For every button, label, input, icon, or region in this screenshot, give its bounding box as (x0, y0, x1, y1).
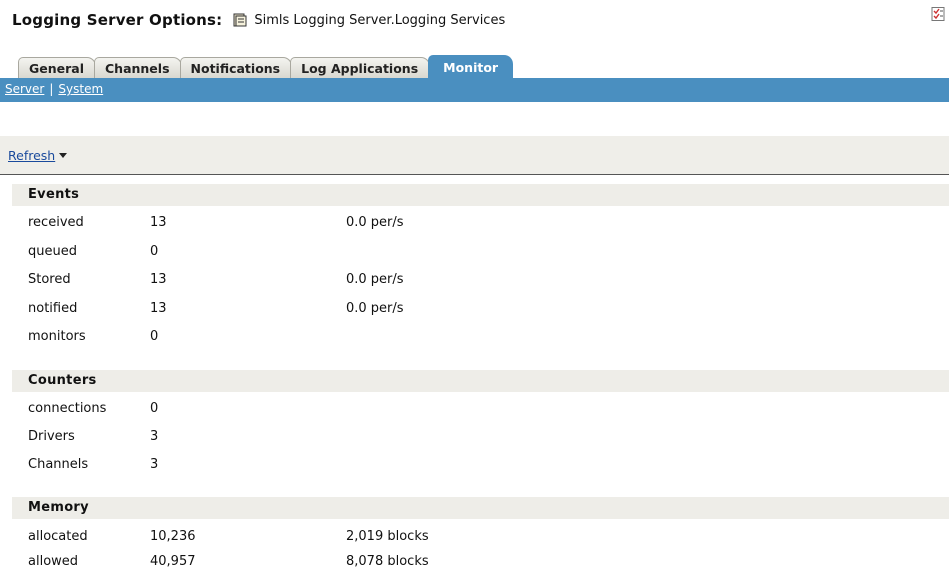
section-header-events: Events (12, 184, 949, 206)
metric-rate: 0.0 per/s (346, 272, 404, 287)
metric-name: Stored (28, 272, 71, 287)
metric-name: allowed (28, 554, 79, 569)
section-title: Counters (28, 373, 97, 388)
tab-notifications[interactable]: Notifications (179, 57, 293, 78)
refresh-menu[interactable]: Refresh (8, 148, 68, 163)
metric-value: 0 (150, 244, 159, 259)
table-row: Channels 3 (28, 451, 928, 479)
report-icon[interactable] (931, 7, 945, 21)
metric-name: notified (28, 301, 78, 316)
metric-value: 13 (150, 215, 167, 230)
subnav-server-link[interactable]: Server (5, 82, 44, 96)
section-header-memory: Memory (12, 497, 949, 519)
metric-rate: 0.0 per/s (346, 301, 404, 316)
metric-value: 40,957 (150, 554, 196, 569)
metric-value: 3 (150, 457, 159, 472)
table-row: connections 0 (28, 395, 928, 423)
table-row: allocated 10,236 2,019 blocks (28, 523, 928, 551)
metric-value: 13 (150, 301, 167, 316)
page-title: Logging Server Options: (12, 11, 223, 29)
subnav-system-link[interactable]: System (58, 82, 103, 96)
server-object-icon (233, 13, 247, 27)
subnav-bar (0, 78, 949, 102)
subnav-separator: | (49, 82, 54, 96)
table-row: allowed 40,957 8,078 blocks (28, 548, 928, 576)
metric-name: monitors (28, 329, 86, 344)
metric-value: 0 (150, 329, 159, 344)
table-row: Stored 13 0.0 per/s (28, 266, 928, 294)
tab-log-applications[interactable]: Log Applications (290, 57, 431, 78)
table-row: received 13 0.0 per/s (28, 209, 928, 237)
metric-rate: 0.0 per/s (346, 215, 404, 230)
metric-name: connections (28, 401, 107, 416)
metric-blocks: 2,019 blocks (346, 529, 429, 544)
tab-channels[interactable]: Channels (94, 57, 182, 78)
object-label: Simls Logging Server.Logging Services (232, 12, 505, 28)
section-title: Events (28, 187, 80, 202)
table-row: monitors 0 (28, 323, 928, 351)
refresh-label[interactable]: Refresh (8, 148, 55, 163)
tab-bar: General Channels Notifications Log Appli… (18, 55, 514, 78)
toolbar (0, 136, 949, 175)
metric-name: Drivers (28, 429, 75, 444)
metric-value: 0 (150, 401, 159, 416)
section-title: Memory (28, 500, 89, 515)
subnav: Server | System (5, 82, 103, 96)
metric-value: 13 (150, 272, 167, 287)
metric-name: Channels (28, 457, 89, 472)
tab-monitor[interactable]: Monitor (428, 55, 514, 78)
metric-name: queued (28, 244, 77, 259)
metric-blocks: 8,078 blocks (346, 554, 429, 569)
table-row: Drivers 3 (28, 423, 928, 451)
metric-value: 3 (150, 429, 159, 444)
tab-general[interactable]: General (18, 57, 96, 78)
metric-name: received (28, 215, 84, 230)
table-row: queued 0 (28, 238, 928, 266)
metric-value: 10,236 (150, 529, 196, 544)
section-header-counters: Counters (12, 370, 949, 392)
metric-name: allocated (28, 529, 88, 544)
page-header: Logging Server Options: Simls Logging Se… (12, 8, 505, 32)
chevron-down-icon[interactable] (59, 153, 68, 158)
object-name: Simls Logging Server.Logging Services (254, 12, 506, 28)
table-row: notified 13 0.0 per/s (28, 295, 928, 323)
